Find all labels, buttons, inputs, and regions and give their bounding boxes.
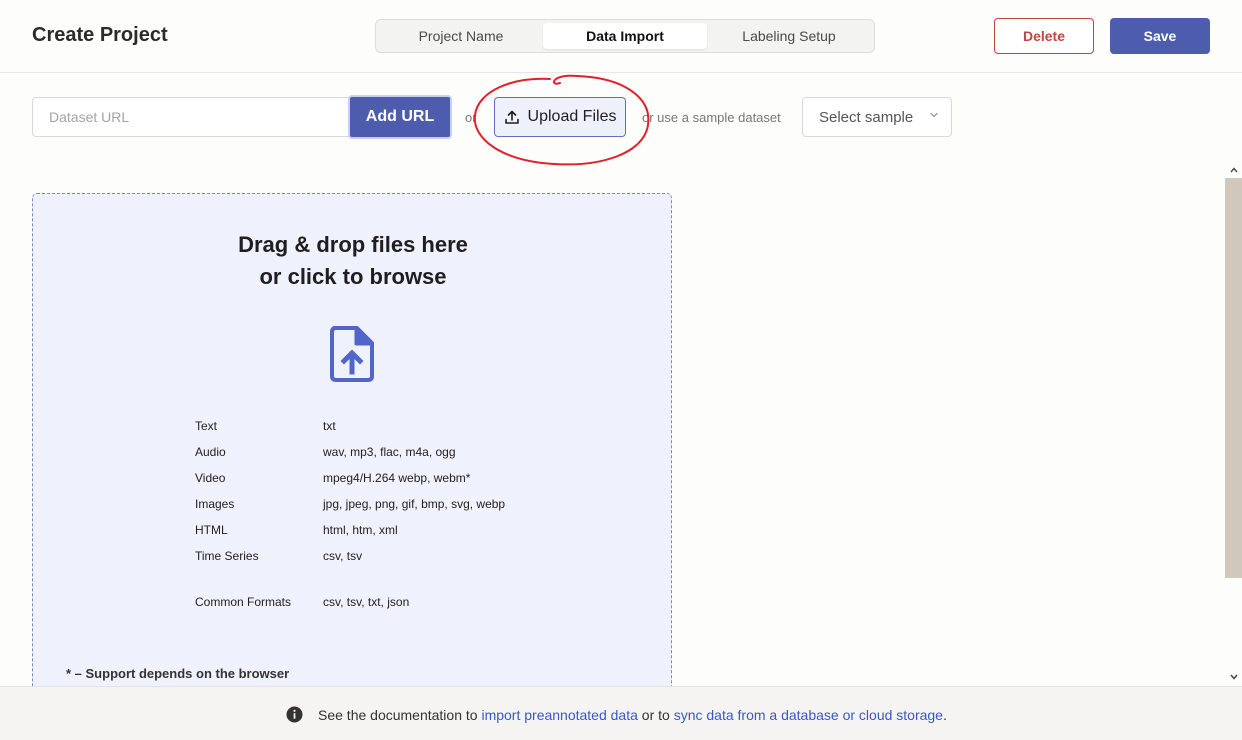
select-sample-label: Select sample <box>819 108 914 126</box>
file-upload-icon <box>330 326 374 382</box>
format-type: HTML <box>195 523 228 537</box>
upload-files-button[interactable]: Upload Files <box>494 97 626 137</box>
format-row: Video mpeg4/H.264 webp, webm* <box>195 471 555 489</box>
tab-labeling-setup[interactable]: Labeling Setup <box>707 23 871 49</box>
info-icon <box>286 706 303 723</box>
format-row: Images jpg, jpeg, png, gif, bmp, svg, we… <box>195 497 555 515</box>
format-extensions: jpg, jpeg, png, gif, bmp, svg, webp <box>323 497 506 511</box>
step-tabs: Project Name Data Import Labeling Setup <box>375 19 875 53</box>
delete-button[interactable]: Delete <box>994 18 1094 54</box>
documentation-info: See the documentation to import preannot… <box>286 706 947 723</box>
format-extensions: mpeg4/H.264 webp, webm* <box>323 471 471 485</box>
import-preannotated-link[interactable]: import preannotated data <box>481 707 637 723</box>
format-type: Audio <box>195 445 226 459</box>
tab-data-import[interactable]: Data Import <box>543 23 707 49</box>
format-type: Time Series <box>195 549 259 563</box>
format-row: Time Series csv, tsv <box>195 549 555 567</box>
page-title: Create Project <box>32 24 168 46</box>
format-type: Images <box>195 497 235 511</box>
doc-text-middle: or to <box>641 706 670 723</box>
scroll-up-arrow[interactable] <box>1226 163 1242 177</box>
tab-project-name[interactable]: Project Name <box>379 23 543 49</box>
scroll-down-arrow[interactable] <box>1226 670 1242 684</box>
sync-storage-link[interactable]: sync data from a database or cloud stora… <box>674 707 943 723</box>
format-row: HTML html, htm, xml <box>195 523 555 541</box>
doc-text-before: See the documentation to <box>318 706 478 723</box>
sample-dataset-text: or use a sample dataset <box>642 110 781 125</box>
upload-icon <box>504 110 519 124</box>
browser-support-note: * – Support depends on the browser <box>66 666 290 681</box>
upload-files-label: Upload Files <box>527 108 617 125</box>
format-extensions: csv, tsv, txt, json <box>323 595 410 609</box>
header: Create Project Project Name Data Import … <box>0 0 1242 73</box>
format-extensions: csv, tsv <box>323 549 363 563</box>
dropzone-heading: Drag & drop files here or click to brows… <box>33 229 673 293</box>
documentation-bar: See the documentation to import preannot… <box>0 686 1242 740</box>
save-button[interactable]: Save <box>1110 18 1210 54</box>
add-url-button[interactable]: Add URL <box>348 95 452 139</box>
dataset-url-input[interactable] <box>32 97 352 137</box>
file-dropzone[interactable]: Drag & drop files here or click to brows… <box>32 193 672 703</box>
format-type: Video <box>195 471 226 485</box>
format-row: Audio wav, mp3, flac, m4a, ogg <box>195 445 555 463</box>
dropzone-heading-line1: Drag & drop files here <box>238 232 468 257</box>
format-extensions: wav, mp3, flac, m4a, ogg <box>323 445 456 459</box>
format-row: Common Formats csv, tsv, txt, json <box>195 595 555 613</box>
dropzone-heading-line2: or click to browse <box>259 264 447 289</box>
format-type: Common Formats <box>195 595 292 609</box>
select-sample-dropdown[interactable]: Select sample <box>802 97 952 137</box>
or-text: or <box>465 110 477 125</box>
chevron-down-icon <box>930 112 938 118</box>
scrollbar-thumb[interactable] <box>1225 178 1242 578</box>
doc-text-after: . <box>942 706 947 723</box>
format-extensions: html, htm, xml <box>323 523 398 537</box>
format-type: Text <box>195 419 218 433</box>
format-extensions: txt <box>323 419 336 433</box>
format-row: Text txt <box>195 419 555 437</box>
